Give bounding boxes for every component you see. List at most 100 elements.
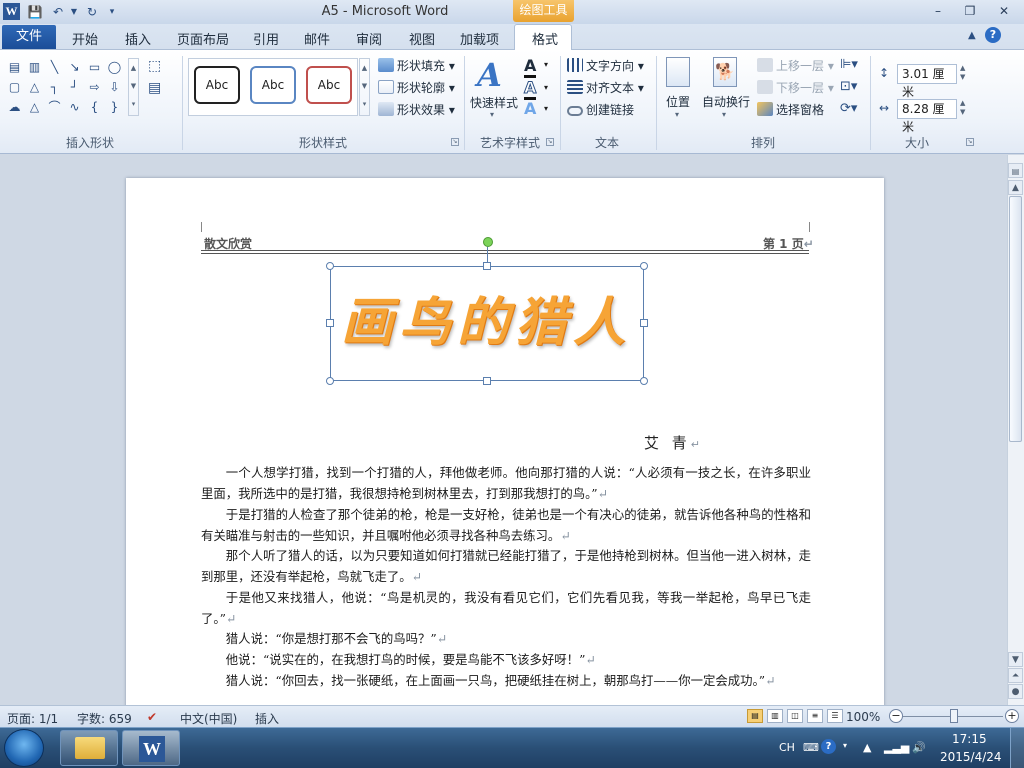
- align-objects-icon[interactable]: ⊫▾: [840, 57, 858, 72]
- scribble-shape-icon[interactable]: ∿: [66, 98, 83, 115]
- quick-styles-button[interactable]: 快速样式: [470, 94, 518, 111]
- position-icon[interactable]: [666, 57, 690, 87]
- resize-handle-bottom-left[interactable]: [326, 377, 334, 385]
- language-status[interactable]: 中文(中国): [180, 710, 237, 727]
- width-spinner[interactable]: ▲ ▼: [960, 99, 965, 117]
- align-text-button[interactable]: 对齐文本 ▾: [567, 79, 644, 96]
- rotate-objects-icon[interactable]: ⟳▾: [840, 101, 857, 116]
- quick-styles-dropdown-icon[interactable]: ▾: [490, 110, 494, 119]
- wordart-title[interactable]: 画鸟的猎人: [341, 278, 641, 368]
- zoom-percent[interactable]: 100%: [846, 710, 880, 724]
- shapes-gallery-scroll[interactable]: ▲ ▼ ▾: [128, 58, 139, 116]
- text-outline-dropdown-icon[interactable]: ▾: [544, 83, 548, 92]
- send-backward-button[interactable]: 下移一层 ▾: [757, 79, 834, 96]
- zoom-slider-knob[interactable]: [950, 709, 958, 723]
- clock-time[interactable]: 17:15: [952, 732, 987, 746]
- collapse-ribbon-icon[interactable]: ▲: [968, 30, 976, 41]
- minimize-button[interactable]: –: [925, 2, 951, 20]
- input-language-indicator[interactable]: CH: [779, 741, 795, 754]
- show-hidden-icons[interactable]: ▲: [863, 741, 871, 754]
- down-arrow-shape-icon[interactable]: ⇩: [106, 78, 123, 95]
- curve-shape-icon[interactable]: ⌒: [46, 98, 63, 115]
- text-fill-icon[interactable]: A: [524, 56, 537, 78]
- draft-view-icon[interactable]: ☰: [827, 709, 843, 723]
- shape-width-field[interactable]: 8.28 厘米: [897, 99, 957, 134]
- document-page[interactable]: 散文欣赏 第 1 页↵ 画鸟的猎人 艾 青↵ 一个人想学打猎，找到一个打猎的人，…: [126, 178, 884, 705]
- resize-handle-right[interactable]: [640, 319, 648, 327]
- resize-handle-bottom-right[interactable]: [640, 377, 648, 385]
- language-bar-options-icon[interactable]: ▾: [843, 741, 847, 750]
- tab-insert[interactable]: 插入: [125, 29, 151, 48]
- shape-fill-button[interactable]: 形状填充 ▾: [378, 57, 455, 74]
- rectangle-shape-icon[interactable]: ▭: [86, 58, 103, 75]
- tab-review[interactable]: 审阅: [356, 29, 382, 48]
- elbow-connector-icon[interactable]: ┐: [46, 78, 63, 95]
- insert-mode-status[interactable]: 插入: [255, 710, 279, 727]
- text-box-icon[interactable]: ▤: [6, 58, 23, 75]
- shape-height-field[interactable]: 3.01 厘米: [897, 64, 957, 99]
- group-objects-icon[interactable]: ⊡▾: [840, 79, 857, 94]
- resize-handle-bottom[interactable]: [483, 377, 491, 385]
- text-effects-dropdown-icon[interactable]: ▾: [544, 104, 548, 113]
- position-button[interactable]: 位置: [666, 93, 690, 110]
- taskbar-explorer[interactable]: [60, 730, 118, 766]
- arrow-line-shape-icon[interactable]: ↘: [66, 58, 83, 75]
- volume-icon[interactable]: 🔊: [912, 741, 926, 754]
- tab-add-ins[interactable]: 加载项: [460, 29, 499, 48]
- browse-object-icon[interactable]: ●: [1008, 684, 1023, 699]
- rounded-rectangle-shape-icon[interactable]: ▢: [6, 78, 23, 95]
- print-layout-view-icon[interactable]: ▤: [747, 709, 763, 723]
- network-signal-icon[interactable]: ▂▃▅: [884, 741, 909, 754]
- keyboard-icon[interactable]: ⌨: [803, 741, 819, 754]
- tab-file[interactable]: 文件: [2, 25, 56, 49]
- quick-styles-icon[interactable]: A: [477, 56, 502, 94]
- word-count-status[interactable]: 字数: 659: [77, 710, 132, 727]
- oval-shape-icon[interactable]: ◯: [106, 58, 123, 75]
- text-outline-icon[interactable]: A: [523, 78, 537, 100]
- close-button[interactable]: ✕: [991, 2, 1017, 20]
- resize-handle-top-right[interactable]: [640, 262, 648, 270]
- selection-pane-button[interactable]: 选择窗格: [757, 101, 824, 118]
- ruler-toggle-icon[interactable]: ▤: [1008, 163, 1023, 178]
- position-dropdown-icon[interactable]: ▾: [675, 110, 679, 119]
- shapes-gallery[interactable]: ▤ ▥ ╲ ↘ ▭ ◯ ▢ △ ┐ ┘ ⇨ ⇩ ☁ △ ⌒ ∿ { }: [6, 58, 126, 118]
- freeform-shape-icon[interactable]: △: [26, 98, 43, 115]
- size-launcher[interactable]: ↘: [966, 138, 974, 146]
- cloud-shape-icon[interactable]: ☁: [6, 98, 23, 115]
- proofing-icon[interactable]: ✔: [147, 710, 157, 724]
- tab-view[interactable]: 视图: [409, 29, 435, 48]
- full-screen-reading-view-icon[interactable]: ▥: [767, 709, 783, 723]
- outline-view-icon[interactable]: ≡: [807, 709, 823, 723]
- scrollbar-thumb[interactable]: [1009, 196, 1022, 442]
- wrap-text-dropdown-icon[interactable]: ▾: [722, 110, 726, 119]
- wordart-styles-launcher[interactable]: ↘: [546, 138, 554, 146]
- shape-style-red[interactable]: Abc: [306, 66, 352, 104]
- previous-page-icon[interactable]: ⏶: [1008, 668, 1023, 683]
- rotation-handle[interactable]: [483, 237, 493, 247]
- wrap-text-button[interactable]: 自动换行: [702, 93, 750, 110]
- vertical-text-box-icon[interactable]: ▥: [26, 58, 43, 75]
- tab-mailings[interactable]: 邮件: [304, 29, 330, 48]
- scroll-down-arrow-icon[interactable]: ▼: [1008, 652, 1023, 667]
- shape-styles-scroll[interactable]: ▲ ▼ ▾: [359, 58, 370, 116]
- zoom-in-button[interactable]: +: [1005, 709, 1019, 723]
- language-help-icon[interactable]: ?: [821, 739, 836, 754]
- scroll-up-arrow-icon[interactable]: ▲: [1008, 180, 1023, 195]
- bring-forward-button[interactable]: 上移一层 ▾: [757, 57, 834, 74]
- line-shape-icon[interactable]: ╲: [46, 58, 63, 75]
- text-effects-icon[interactable]: A: [524, 99, 536, 118]
- show-desktop-button[interactable]: [1010, 728, 1024, 768]
- resize-handle-top-left[interactable]: [326, 262, 334, 270]
- text-direction-button[interactable]: 文字方向 ▾: [567, 57, 644, 74]
- height-spinner[interactable]: ▲ ▼: [960, 64, 965, 82]
- wrap-text-icon[interactable]: 🐕: [713, 57, 737, 87]
- shape-effects-button[interactable]: 形状效果 ▾: [378, 101, 455, 118]
- right-brace-shape-icon[interactable]: }: [106, 98, 123, 115]
- resize-handle-left[interactable]: [326, 319, 334, 327]
- shape-styles-launcher[interactable]: ↘: [451, 138, 459, 146]
- shape-outline-button[interactable]: 形状轮廓 ▾: [378, 79, 455, 96]
- tab-format[interactable]: 格式: [532, 29, 558, 48]
- edit-shape-icon[interactable]: ⬚: [148, 58, 161, 74]
- zoom-out-button[interactable]: −: [889, 709, 903, 723]
- tab-page-layout[interactable]: 页面布局: [177, 29, 229, 48]
